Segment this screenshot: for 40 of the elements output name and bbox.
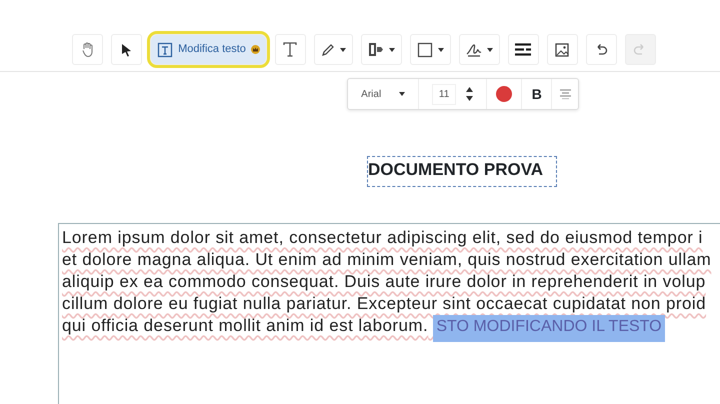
- lines-icon: [515, 43, 532, 56]
- undo-button[interactable]: [586, 34, 617, 65]
- color-swatch[interactable]: [496, 86, 512, 102]
- caret-icon: [340, 48, 346, 52]
- image-icon: [555, 42, 570, 56]
- lines-button[interactable]: [508, 34, 539, 65]
- caret-icon: [486, 48, 493, 52]
- text-line: cillum dolore eu fugiat nulla pariatur. Excepteur sint occaecat cupidatat non proid: [62, 294, 706, 313]
- crown-icon: [250, 45, 260, 54]
- text-tool-icon: [283, 42, 298, 57]
- pen-icon: [320, 42, 335, 56]
- hand-icon: [82, 42, 94, 57]
- stepper-icon[interactable]: [466, 87, 474, 101]
- caret-icon: [388, 48, 395, 52]
- stamp-button[interactable]: [360, 34, 402, 65]
- pointer-button[interactable]: [111, 34, 142, 65]
- text-line: aliquip ex ea commodo consequat. Duis aute irure dolor in reprehenderit in volup: [62, 272, 706, 291]
- font-select[interactable]: Arial: [348, 79, 420, 109]
- text-box-button[interactable]: Modifica testo: [150, 34, 267, 65]
- caret-icon: [399, 92, 406, 96]
- signature-icon: [466, 42, 482, 57]
- pointer-icon: [121, 42, 132, 56]
- text-line: Lorem ipsum dolor sit amet, consectetur adipiscing elit, sed do eiusmod tempor i: [62, 228, 703, 247]
- font-size-field[interactable]: 11: [432, 84, 456, 104]
- text-line: qui officia deserunt mollit anim id est laborum.: [62, 316, 428, 335]
- caret-icon: [438, 48, 444, 52]
- signature-button[interactable]: [458, 34, 500, 65]
- document-title[interactable]: DOCUMENTO PROVA: [367, 156, 557, 187]
- hand-button[interactable]: [72, 34, 104, 65]
- text-tool-button[interactable]: [274, 34, 306, 65]
- pen-button[interactable]: [314, 34, 353, 65]
- text-box[interactable]: [58, 223, 720, 404]
- text-line: et dolore magna aliqua. Ut enim ad minim veniam, quis nostrud exercitation ullam: [62, 250, 712, 269]
- bold-button[interactable]: B: [532, 84, 542, 104]
- align-icon[interactable]: [560, 89, 571, 99]
- image-button[interactable]: [546, 34, 578, 65]
- square-icon: [416, 42, 433, 58]
- square-button[interactable]: [410, 34, 451, 65]
- text-box-icon: [157, 42, 174, 58]
- stamp-icon: [368, 42, 384, 57]
